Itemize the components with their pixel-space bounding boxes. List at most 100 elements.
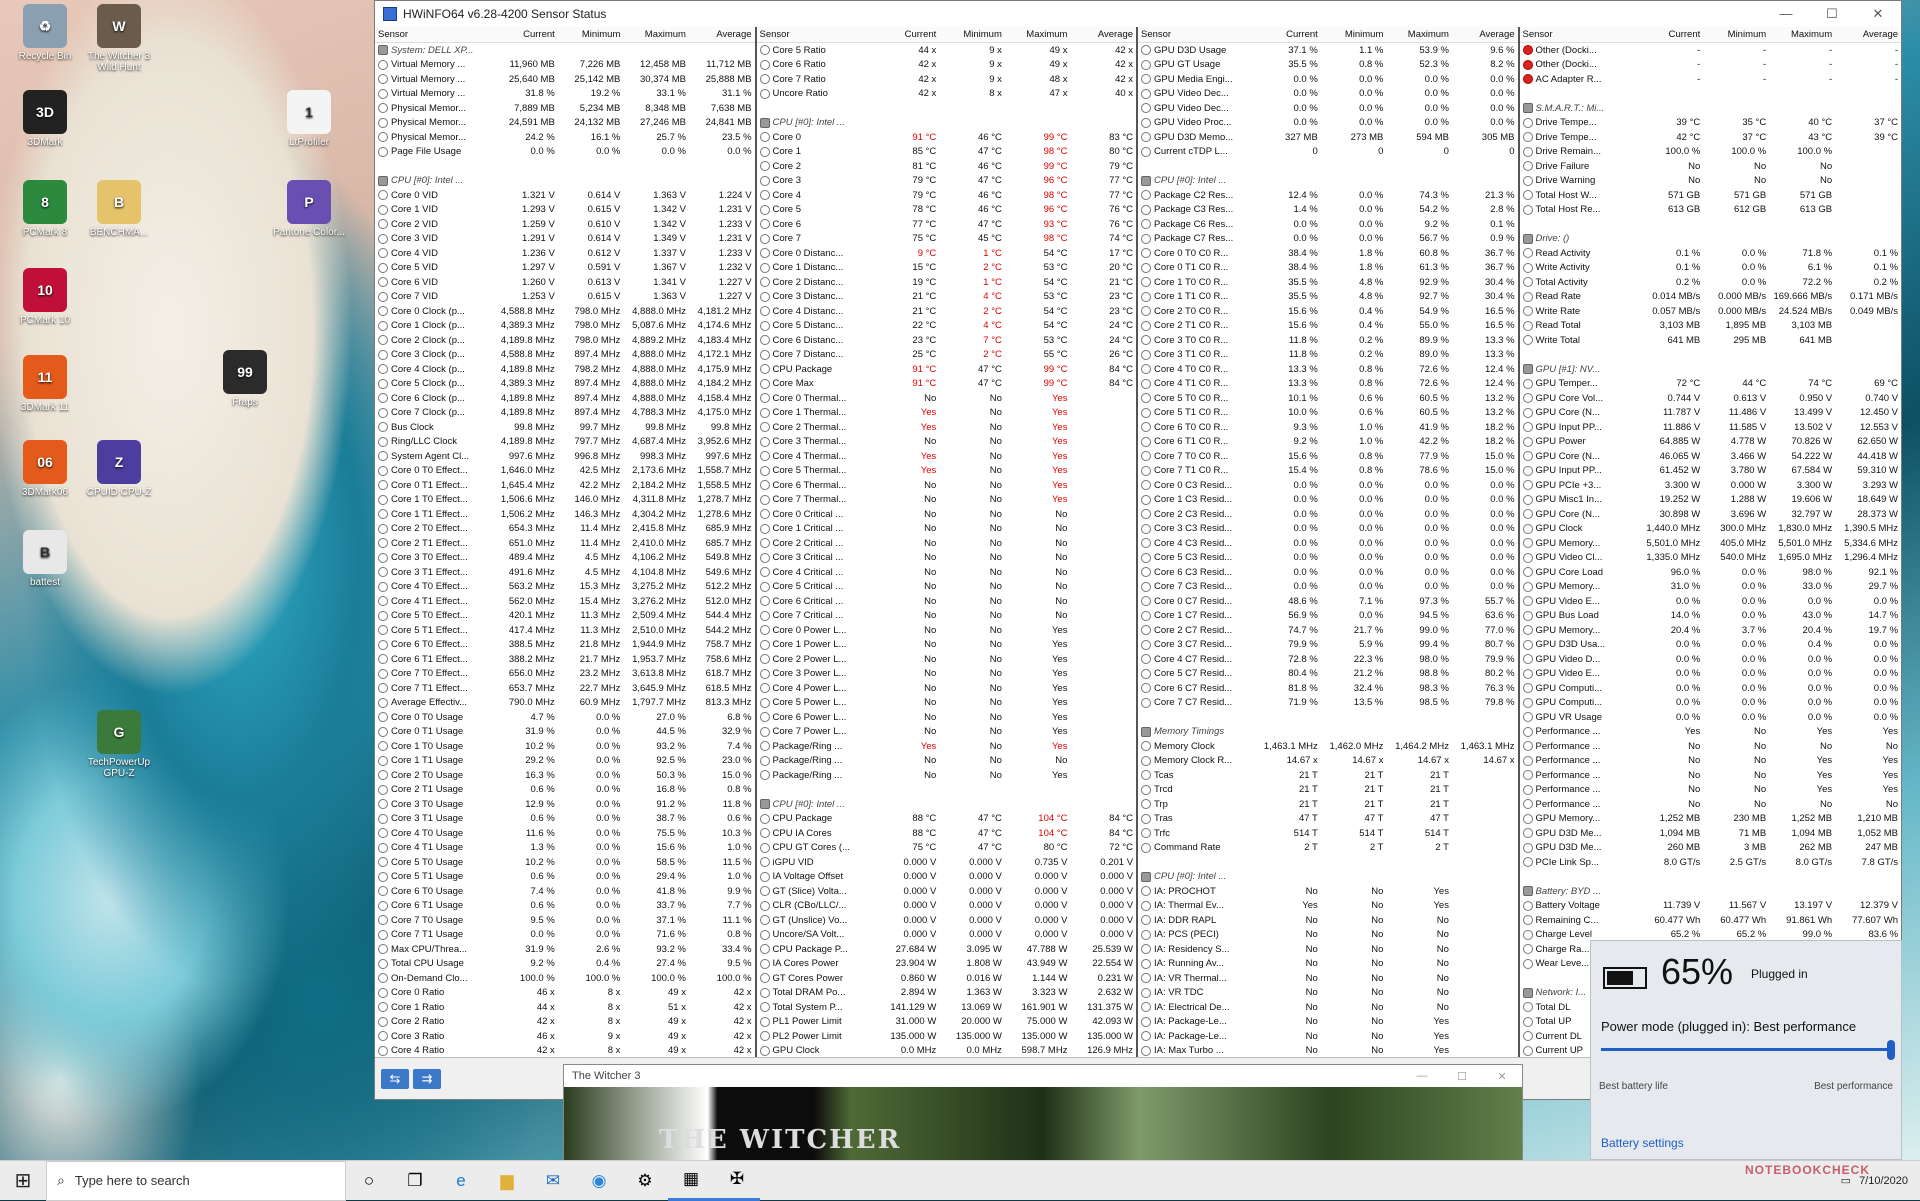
sensor-row[interactable]: Core 4 VID 1.236 V 0.612 V 1.337 V 1.233 V (375, 246, 755, 261)
sensor-row[interactable]: Core 5 78 °C 46 °C 96 °C 76 °C (757, 203, 1137, 218)
sensor-group-header[interactable]: CPU [#0]: Intel ... (1138, 870, 1518, 885)
header-average[interactable]: Average (1452, 29, 1518, 40)
sensor-row[interactable]: Core 2 C7 Resid... 74.7 % 21.7 % 99.0 % 77.0… (1138, 623, 1518, 638)
sensor-row[interactable]: Core 7 Ratio 42 x9 x 48 x 42 x (757, 72, 1137, 87)
sensor-row[interactable]: GPU Media Engi... 0.0 % 0.0 % 0.0 % 0.0 % (1138, 72, 1518, 87)
sensor-row[interactable]: Core 2 T1 Effect... 651.0 MHz 11.4 MHz 2,41… (375, 536, 755, 551)
sensor-row[interactable]: Core 6 T1 Effect... 388.2 MHz 21.7 MHz 1,95… (375, 652, 755, 667)
header-maximum[interactable]: Maximum (1386, 29, 1452, 40)
sensor-row[interactable]: Core 7 Power L... No No Yes (757, 725, 1137, 740)
header-sensor[interactable]: Sensor (1520, 29, 1638, 40)
sensor-row[interactable]: Page File Usage 0.0 % 0.0 % 0.0 % 0.0 % (375, 145, 755, 160)
sensor-row[interactable]: Core 6 Ratio 42 x9 x 49 x 42 x (757, 58, 1137, 73)
sensor-row[interactable]: Drive Remain... 100.0 % 100.0 % 100.0 % (1520, 145, 1902, 160)
witcher-taskbar-icon[interactable]: ✠ (714, 1161, 760, 1201)
sensor-row[interactable]: Core 1 Clock (p... 4,389.3 MHz 798.0 MHz 5,… (375, 319, 755, 334)
hwinfo-window[interactable]: HWiNFO64 v6.28-4200 Sensor Status — ☐ ✕ … (374, 0, 1902, 1100)
sensor-row[interactable]: CPU GT Cores (... 75 °C 47 °C 80 °C 72 °C (757, 841, 1137, 856)
sensor-row[interactable]: Total Activity 0.2 % 0.0 % 72.2 % 0.2 % (1520, 275, 1902, 290)
header-current[interactable]: Current (1637, 29, 1703, 40)
sensor-row[interactable]: Total Host W... 571 GB 571 GB 571 GB (1520, 188, 1902, 203)
header-minimum[interactable]: Minimum (939, 29, 1005, 40)
sensor-row[interactable]: GPU D3D Memo... 327 MB 273 MB 594 MB 305 MB (1138, 130, 1518, 145)
sensor-row[interactable]: Core 4 Ratio 42 x8 x 49 x 42 x (375, 1044, 755, 1059)
sensor-row[interactable]: Core 2 T1 Usage 0.6 % 0.0 % 16.8 % 0.8 % (375, 783, 755, 798)
sensor-row[interactable]: GPU GT Usage 35.5 % 0.8 % 52.3 % 8.2 % (1138, 58, 1518, 73)
sensor-row[interactable]: Core 4 T0 C0 R... 13.3 % 0.8 % 72.6 % 12.4 % (1138, 362, 1518, 377)
sensor-row[interactable]: Core 3 Critical ... No No No (757, 551, 1137, 566)
sensor-row[interactable]: Core 7 T0 Effect... 656.0 MHz 23.2 MHz 3,61… (375, 667, 755, 682)
sensor-row[interactable]: GPU Video Dec... 0.0 % 0.0 % 0.0 % 0.0 % (1138, 87, 1518, 102)
sensor-row[interactable]: Command Rate 2 T2 T2 T (1138, 841, 1518, 856)
sensor-row[interactable]: PL2 Power Limit 135.000 W 135.000 W 135.000… (757, 1029, 1137, 1044)
sensor-row[interactable]: Core 5 C3 Resid... 0.0 % 0.0 % 0.0 % 0.0 % (1138, 551, 1518, 566)
sensor-row[interactable]: Core 6 Critical ... No No No (757, 594, 1137, 609)
column-header[interactable]: Sensor Current Minimum Maximum Average (756, 27, 1136, 43)
sensor-row[interactable]: Package C2 Res... 12.4 % 0.0 % 74.3 % 21.3 % (1138, 188, 1518, 203)
sensor-row[interactable]: Performance ... No No Yes Yes (1520, 768, 1902, 783)
sensor-row[interactable]: Core 3 Clock (p... 4,588.8 MHz 897.4 MHz 4,… (375, 348, 755, 363)
sensor-row[interactable]: CPU Package 88 °C 47 °C 104 °C 84 °C (757, 812, 1137, 827)
sensor-row[interactable]: Package/Ring ... Yes No Yes (757, 739, 1137, 754)
sensor-row[interactable]: GPU Memory... 20.4 % 3.7 % 20.4 % 19.7 % (1520, 623, 1902, 638)
sensor-row[interactable]: Core 1 C7 Resid... 56.9 % 0.0 % 94.5 % 63.6 … (1138, 609, 1518, 624)
sensor-row[interactable]: Core 3 Distanc... 21 °C 4 °C 53 °C 23 °C (757, 290, 1137, 305)
sensor-row[interactable]: Core 3 79 °C 47 °C 96 °C 77 °C (757, 174, 1137, 189)
sensor-row[interactable]: Core 4 T0 Effect... 563.2 MHz 15.3 MHz 3,27… (375, 580, 755, 595)
sensor-row[interactable]: GPU D3D Me... 260 MB 3 MB 262 MB 247 MB (1520, 841, 1902, 856)
header-maximum[interactable]: Maximum (1769, 29, 1835, 40)
sensor-row[interactable]: Core 7 Distanc... 25 °C 2 °C 55 °C 26 °C (757, 348, 1137, 363)
sensor-row[interactable]: GPU D3D Usa... 0.0 % 0.0 % 0.4 % 0.0 % (1520, 638, 1902, 653)
sensor-row[interactable]: Core 0 Power L... No No Yes (757, 623, 1137, 638)
sensor-row[interactable]: Core 3 T1 Effect... 491.6 MHz 4.5 MHz 4,104… (375, 565, 755, 580)
sensor-row[interactable]: Core 7 C7 Resid... 71.9 % 13.5 % 98.5 % 79.8… (1138, 696, 1518, 711)
sensor-row[interactable]: GPU Core (N... 46.065 W 3.466 W 54.222 W 44.… (1520, 449, 1902, 464)
desktop-icon[interactable]: P Pantone Color... (272, 180, 346, 238)
sensor-row[interactable]: Core 5 T0 Usage 10.2 % 0.0 % 58.5 % 11.5 % (375, 855, 755, 870)
sensor-row[interactable]: Core 2 T1 C0 R... 15.6 % 0.4 % 55.0 % 16.5 % (1138, 319, 1518, 334)
sensor-row[interactable]: Package/Ring ... No No Yes (757, 768, 1137, 783)
sensor-row[interactable]: GPU D3D Me... 1,094 MB 71 MB 1,094 MB 1,052 … (1520, 826, 1902, 841)
sensor-row[interactable]: Core 1 Thermal... Yes No Yes (757, 406, 1137, 421)
sensor-row[interactable]: GPU Memory... 1,252 MB 230 MB 1,252 MB 1,210… (1520, 812, 1902, 827)
sensor-row[interactable]: Core 4 C7 Resid... 72.8 % 22.3 % 98.0 % 79.9… (1138, 652, 1518, 667)
sensor-row[interactable]: GT (Slice) Volta... 0.000 V 0.000 V 0.000 V… (757, 884, 1137, 899)
desktop-icon[interactable]: B BENCHMA... (82, 180, 156, 238)
sensor-row[interactable]: GPU D3D Usage 37.1 % 1.1 % 53.9 % 9.6 % (1138, 43, 1518, 58)
sensor-row[interactable]: Total Host Re... 613 GB 612 GB 613 GB (1520, 203, 1902, 218)
header-minimum[interactable]: Minimum (558, 29, 624, 40)
sensor-row[interactable]: Core 7 Critical ... No No No (757, 609, 1137, 624)
sensor-row[interactable]: Core 5 T0 Effect... 420.1 MHz 11.3 MHz 2,50… (375, 609, 755, 624)
sensor-row[interactable]: Tcas 21 T 21 T 21 T (1138, 768, 1518, 783)
desktop-icon[interactable]: ♻ Recycle Bin (8, 4, 82, 62)
sensor-row[interactable]: IA: Package-Le... No No Yes (1138, 1015, 1518, 1030)
sensor-row[interactable]: Core 6 T0 C0 R... 9.3 % 1.0 % 41.9 % 18.2 % (1138, 420, 1518, 435)
sensor-row[interactable]: Core 2 81 °C 46 °C 99 °C 79 °C (757, 159, 1137, 174)
sensor-row[interactable]: PL1 Power Limit 31.000 W 20.000 W 75.000 W4… (757, 1015, 1137, 1030)
sensor-row[interactable]: Drive Warning No No No (1520, 174, 1902, 189)
sensor-row[interactable]: Core 4 Distanc... 21 °C 2 °C 54 °C 23 °C (757, 304, 1137, 319)
sensor-row[interactable]: Core 0 T1 Effect... 1,645.4 MHz 42.2 MHz 2,… (375, 478, 755, 493)
sensor-row[interactable]: Write Total 641 MB 295 MB 641 MB (1520, 333, 1902, 348)
hwinfo-taskbar-icon[interactable]: ▦ (668, 1161, 714, 1201)
sensor-row[interactable]: Core 5 Power L... No No Yes (757, 696, 1137, 711)
sensor-row[interactable]: Package C6 Res... 0.0 % 0.0 % 9.2 % 0.1 % (1138, 217, 1518, 232)
sensor-row[interactable]: Total DRAM Po... 2.894 W 1.363 W 3.323 W 2.6… (757, 986, 1137, 1001)
sensor-row[interactable]: Core 0 91 °C 46 °C 99 °C 83 °C (757, 130, 1137, 145)
header-maximum[interactable]: Maximum (1005, 29, 1071, 40)
desktop-icon[interactable]: Z CPUID CPU-Z (82, 440, 156, 498)
sensor-row[interactable]: Current cTDP L... 0 0 0 0 (1138, 145, 1518, 160)
sensor-row[interactable]: GPU Memory... 31.0 % 0.0 % 33.0 % 29.7 % (1520, 580, 1902, 595)
sensor-row[interactable]: On-Demand Clo... 100.0 % 100.0 % 100.0 % 100… (375, 971, 755, 986)
sensor-row[interactable]: Core 2 T0 C0 R... 15.6 % 0.4 % 54.9 % 16.5 % (1138, 304, 1518, 319)
sensor-row[interactable]: Core 5 Thermal... Yes No Yes (757, 464, 1137, 479)
sensor-row[interactable]: GPU Clock 0.0 MHz 0.0 MHz 598.7 MHz 126.9 MH… (757, 1044, 1137, 1059)
sensor-group-header[interactable]: S.M.A.R.T.: Mi... (1520, 101, 1902, 116)
sensor-row[interactable]: Ring/LLC Clock 4,189.8 MHz 797.7 MHz 4,687.… (375, 435, 755, 450)
sensor-row[interactable]: GPU Core (N... 11.787 V 11.486 V 13.499 V 12… (1520, 406, 1902, 421)
sensor-row[interactable]: Core 5 T0 C0 R... 10.1 % 0.6 % 60.5 % 13.2 % (1138, 391, 1518, 406)
sensor-row[interactable]: Core 4 T1 Effect... 562.0 MHz 15.4 MHz 3,27… (375, 594, 755, 609)
sensor-row[interactable]: Core 5 Critical ... No No No (757, 580, 1137, 595)
sensor-row[interactable]: Core 4 T0 Usage 11.6 % 0.0 % 75.5 % 10.3 % (375, 826, 755, 841)
sensor-row[interactable]: Package C3 Res... 1.4 % 0.0 % 54.2 % 2.8 % (1138, 203, 1518, 218)
